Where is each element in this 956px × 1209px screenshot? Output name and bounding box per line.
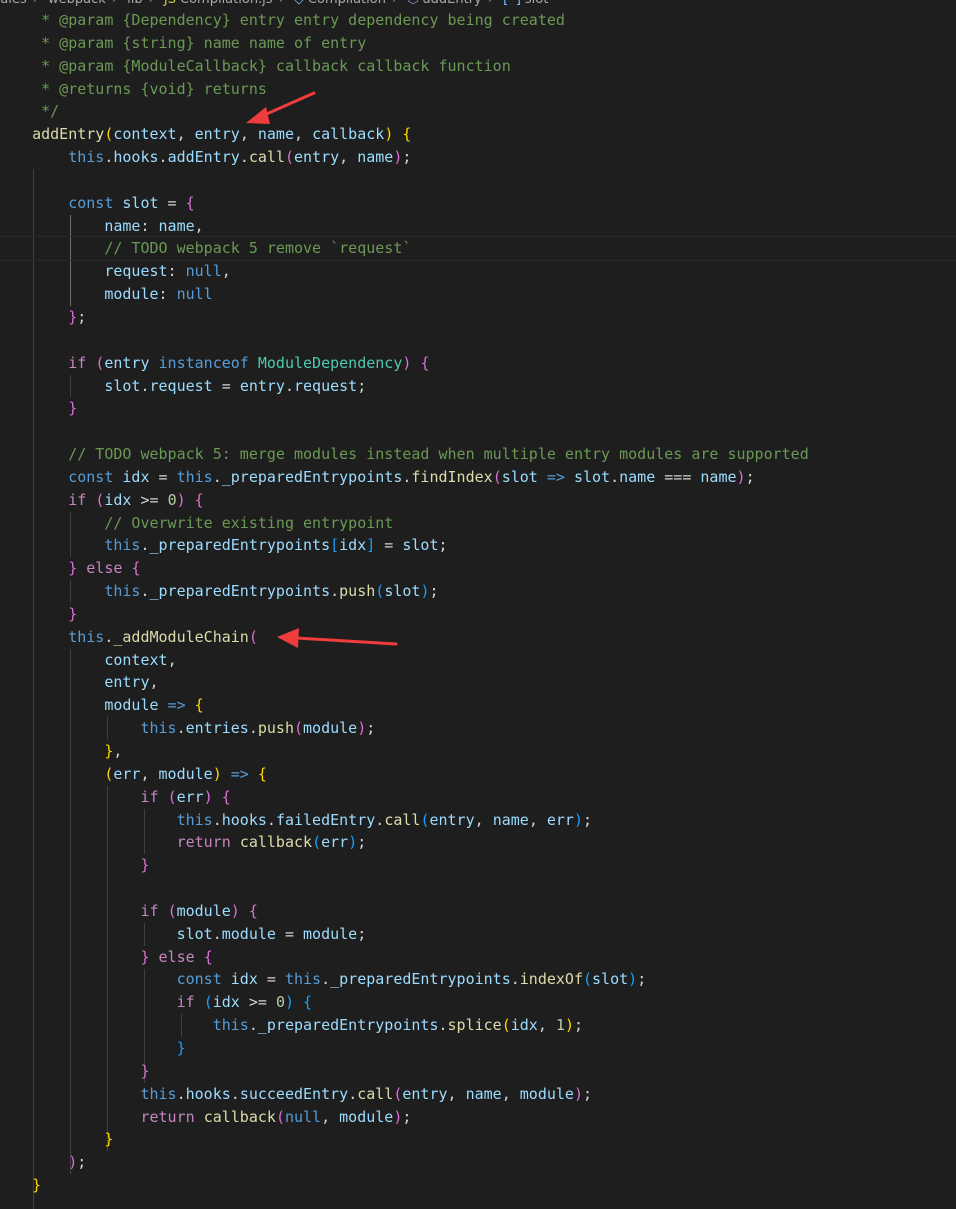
code-editor[interactable]: ules› webpack› lib› JSCompilation.js› ◇C…	[0, 0, 956, 1209]
arrow-to-addModuleChain	[277, 628, 398, 648]
annotation-arrows	[246, 91, 398, 648]
arrow-to-addEntry-params	[246, 91, 316, 124]
